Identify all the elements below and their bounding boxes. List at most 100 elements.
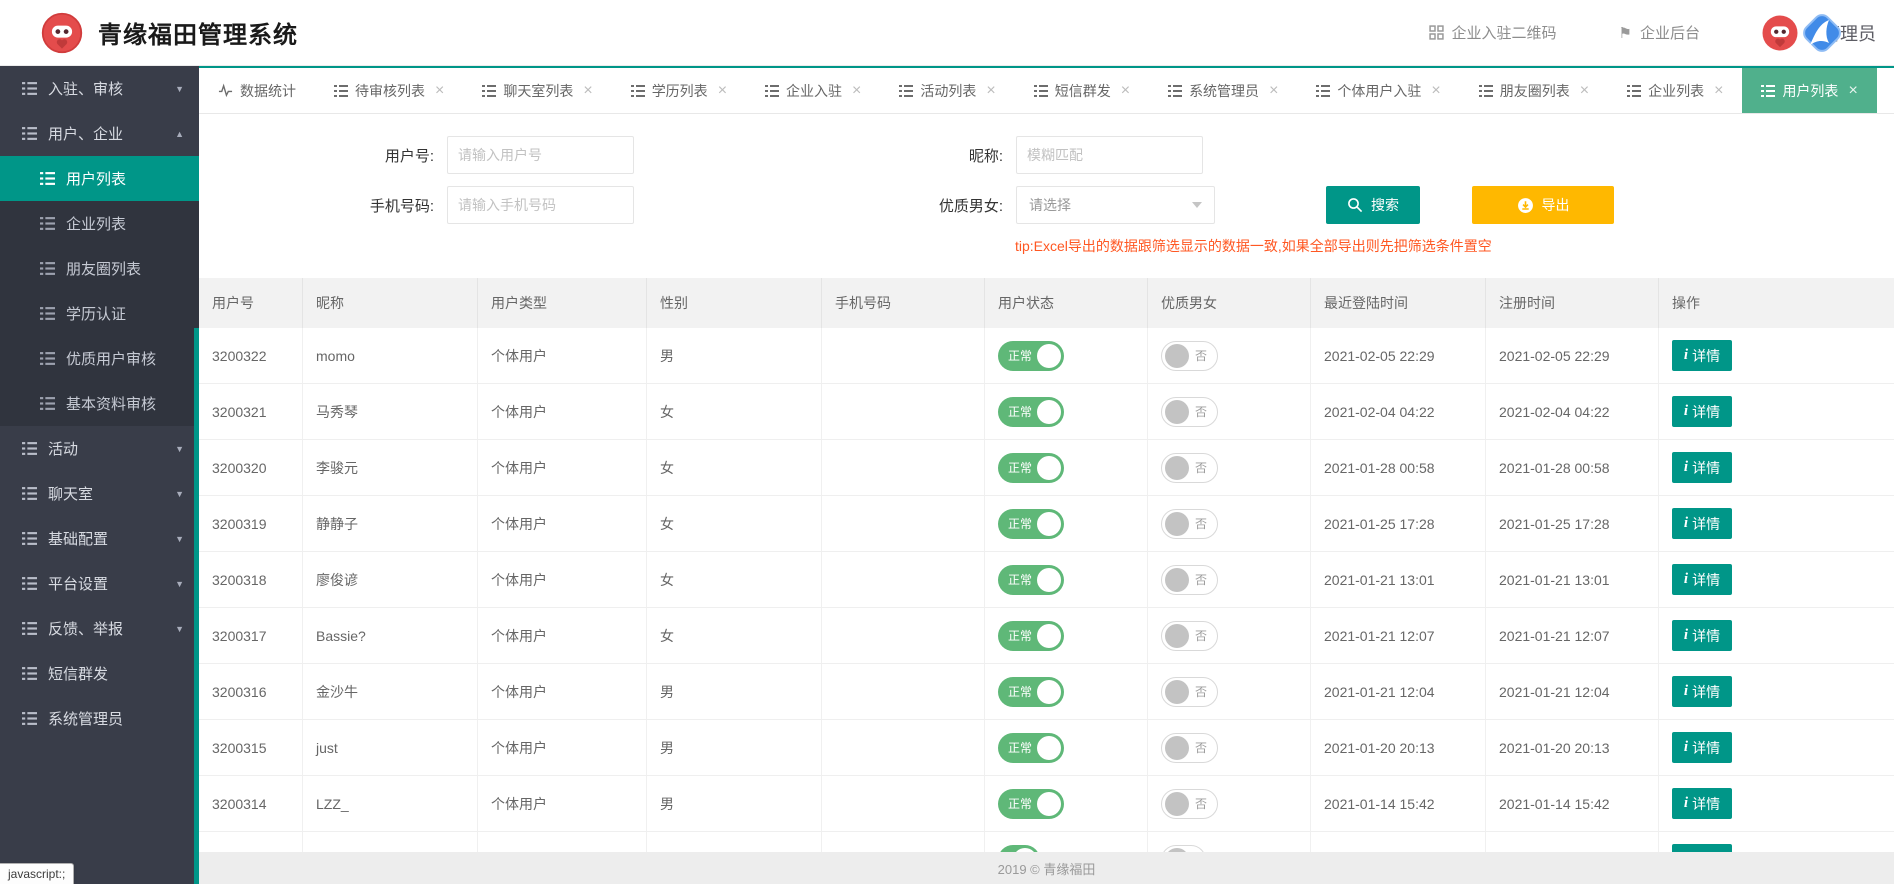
quality-toggle[interactable]: 否 <box>1161 509 1218 539</box>
tab-close-icon[interactable]: × <box>718 83 727 99</box>
tab-close-icon[interactable]: × <box>852 83 861 99</box>
detail-button[interactable]: i 详情 <box>1672 452 1732 483</box>
sidebar-item[interactable]: 入驻、审核 ▼ <box>0 66 199 111</box>
avatar[interactable] <box>1760 13 1800 53</box>
status-toggle[interactable]: 正常 <box>998 397 1064 427</box>
tab-label: 企业入驻 <box>786 81 842 101</box>
detail-button[interactable]: i 详情 <box>1672 844 1732 852</box>
sidebar-item[interactable]: 基础配置 ▼ <box>0 516 199 561</box>
quality-toggle[interactable]: 否 <box>1161 733 1218 763</box>
tab-close-icon[interactable]: × <box>1431 83 1440 99</box>
tab[interactable]: 聊天室列表 × <box>463 68 611 113</box>
sidebar-item[interactable]: 学历认证 <box>0 291 199 336</box>
status-toggle[interactable]: 正常 <box>998 677 1064 707</box>
sidebar-item[interactable]: 平台设置 ▼ <box>0 561 199 606</box>
brand[interactable]: 青缘福田管理系统 <box>40 11 298 55</box>
quality-toggle[interactable]: 否 <box>1161 677 1218 707</box>
tab-close-icon[interactable]: × <box>435 83 444 99</box>
detail-button[interactable]: i 详情 <box>1672 508 1732 539</box>
sidebar-item[interactable]: 短信群发 <box>0 651 199 696</box>
nickname-input[interactable] <box>1016 136 1203 174</box>
cell-phone <box>822 440 985 495</box>
tab-close-icon[interactable]: × <box>583 83 592 99</box>
status-bar-link-preview: javascript:; <box>0 863 74 884</box>
search-button[interactable]: 搜索 <box>1326 186 1420 224</box>
quality-toggle[interactable]: 否 <box>1161 789 1218 819</box>
status-toggle[interactable]: 正常 <box>998 565 1064 595</box>
sidebar-item[interactable]: 系统管理员 <box>0 696 199 741</box>
sidebar-item[interactable]: 用户列表 <box>0 156 199 201</box>
detail-button[interactable]: i 详情 <box>1672 620 1732 651</box>
tab[interactable]: 系统管理员 × <box>1149 68 1297 113</box>
detail-button[interactable]: i 详情 <box>1672 396 1732 427</box>
sidebar-item[interactable]: 聊天室 ▼ <box>0 471 199 516</box>
user-id-input[interactable] <box>447 136 634 174</box>
tab[interactable]: 待审核列表 × <box>315 68 463 113</box>
cell-nickname: 廖俊谚 <box>303 552 478 607</box>
quality-toggle[interactable]: 否 <box>1161 397 1218 427</box>
chevron-icon: ▼ <box>175 534 184 544</box>
enterprise-qrcode-link[interactable]: 企业入驻二维码 <box>1429 22 1557 43</box>
tab-close-icon[interactable]: × <box>1848 83 1857 99</box>
detail-button[interactable]: i 详情 <box>1672 732 1732 763</box>
quality-toggle[interactable]: 否 <box>1161 565 1218 595</box>
sidebar-item[interactable]: 反馈、举报 ▼ <box>0 606 199 651</box>
list-icon <box>22 442 37 455</box>
quality-toggle[interactable]: 否 <box>1161 341 1218 371</box>
tab-close-icon[interactable]: × <box>1580 83 1589 99</box>
detail-button[interactable]: i 详情 <box>1672 564 1732 595</box>
tab-close-icon[interactable]: × <box>1714 83 1723 99</box>
sidebar-item[interactable]: 优质用户审核 <box>0 336 199 381</box>
cell-user-id: 3200321 <box>199 384 303 439</box>
detail-button[interactable]: i 详情 <box>1672 340 1732 371</box>
cell-user-id: 3200316 <box>199 664 303 719</box>
tab[interactable]: 企业列表 × <box>1608 68 1742 113</box>
tab-close-icon[interactable]: × <box>986 83 995 99</box>
tab-label: 用户列表 <box>1782 81 1838 101</box>
status-toggle[interactable] <box>998 845 1040 853</box>
detail-button[interactable]: i 详情 <box>1672 788 1732 819</box>
sidebar-item[interactable]: 企业列表 <box>0 201 199 246</box>
sidebar-item[interactable]: 朋友圈列表 <box>0 246 199 291</box>
sidebar-item-label: 朋友圈列表 <box>66 258 141 279</box>
sidebar-scrollbar-thumb[interactable] <box>194 328 199 884</box>
tab[interactable]: 学历列表 × <box>612 68 746 113</box>
tab[interactable]: 个体用户入驻 × <box>1297 68 1459 113</box>
sidebar-item[interactable]: 基本资料审核 <box>0 381 199 426</box>
tab[interactable]: 短信群发 × <box>1015 68 1149 113</box>
quality-toggle[interactable]: 否 <box>1161 453 1218 483</box>
tab[interactable]: 用户列表 × <box>1742 68 1876 113</box>
cell-nickname: 金沙牛 <box>303 664 478 719</box>
cell-user-type: 个体用户 <box>478 664 647 719</box>
tab[interactable]: 活动列表 × <box>880 68 1014 113</box>
status-toggle[interactable]: 正常 <box>998 509 1064 539</box>
status-toggle[interactable]: 正常 <box>998 453 1064 483</box>
detail-button[interactable]: i 详情 <box>1672 676 1732 707</box>
sidebar-item[interactable]: 用户、企业 ▲ <box>0 111 199 156</box>
info-icon: i <box>1684 739 1688 756</box>
quality-gender-select[interactable]: 请选择 <box>1016 186 1215 224</box>
cell-phone <box>822 776 985 831</box>
status-toggle[interactable]: 正常 <box>998 341 1064 371</box>
cell-gender: 女 <box>647 496 822 551</box>
column-header: 用户类型 <box>478 278 647 328</box>
tab[interactable]: 朋友圈列表 × <box>1460 68 1608 113</box>
quality-toggle[interactable]: 否 <box>1161 621 1218 651</box>
cell-nickname: 马秀琴 <box>303 384 478 439</box>
tab-label: 学历列表 <box>652 81 708 101</box>
tab-bar: 数据统计 × 待审核列表 × <box>199 66 1894 114</box>
tab[interactable]: 数据统计 × <box>199 68 315 113</box>
status-toggle[interactable]: 正常 <box>998 789 1064 819</box>
enterprise-backend-link[interactable]: ⚑ 企业后台 <box>1619 22 1700 43</box>
user-id-label: 用户号: <box>199 145 447 166</box>
phone-input[interactable] <box>447 186 634 224</box>
tab-close-icon[interactable]: × <box>1269 83 1278 99</box>
tab[interactable]: 企业入驻 × <box>746 68 880 113</box>
sidebar-item[interactable]: 活动 ▼ <box>0 426 199 471</box>
status-toggle[interactable]: 正常 <box>998 621 1064 651</box>
export-button[interactable]: 导出 <box>1472 186 1614 224</box>
page: 青缘福田管理系统 企业入驻二维码 ⚑ 企业后台 <box>0 0 1894 884</box>
status-toggle[interactable]: 正常 <box>998 733 1064 763</box>
tab-close-icon[interactable]: × <box>1121 83 1130 99</box>
quality-toggle[interactable] <box>1161 845 1206 853</box>
